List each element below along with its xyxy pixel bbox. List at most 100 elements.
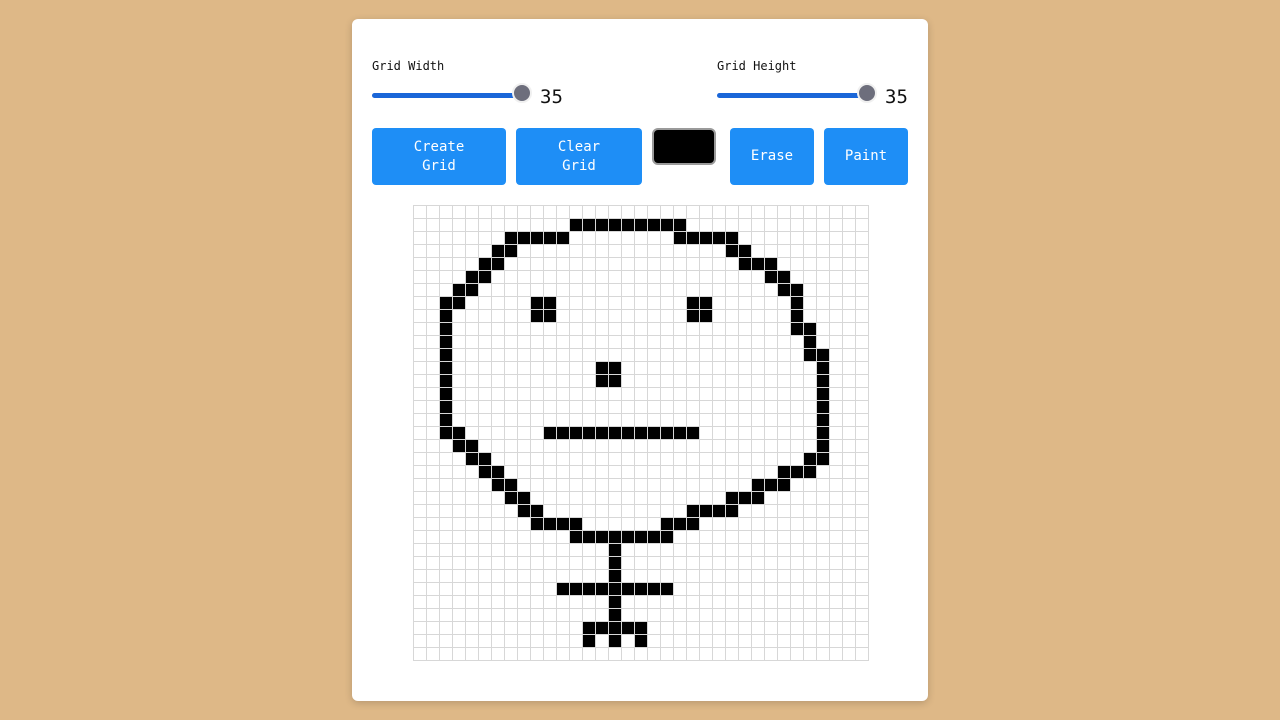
grid-cell[interactable] [453,310,466,323]
grid-cell[interactable] [674,336,687,349]
grid-cell[interactable] [830,648,843,661]
grid-cell[interactable] [570,375,583,388]
grid-cell[interactable] [466,271,479,284]
grid-cell[interactable] [752,596,765,609]
grid-cell[interactable] [648,518,661,531]
grid-cell[interactable] [830,583,843,596]
grid-cell[interactable] [700,570,713,583]
grid-cell[interactable] [687,427,700,440]
grid-cell[interactable] [596,492,609,505]
grid-cell[interactable] [440,297,453,310]
grid-cell[interactable] [544,336,557,349]
grid-cell[interactable] [622,297,635,310]
grid-cell[interactable] [765,206,778,219]
grid-cell[interactable] [492,622,505,635]
grid-cell[interactable] [661,336,674,349]
grid-cell[interactable] [804,297,817,310]
grid-cell[interactable] [739,297,752,310]
grid-cell[interactable] [765,375,778,388]
grid-cell[interactable] [674,401,687,414]
grid-cell[interactable] [713,622,726,635]
grid-cell[interactable] [778,622,791,635]
grid-cell[interactable] [570,206,583,219]
grid-cell[interactable] [570,336,583,349]
grid-cell[interactable] [817,388,830,401]
grid-cell[interactable] [674,362,687,375]
grid-cell[interactable] [453,362,466,375]
grid-cell[interactable] [700,323,713,336]
grid-cell[interactable] [466,570,479,583]
grid-cell[interactable] [648,427,661,440]
grid-cell[interactable] [453,232,466,245]
grid-cell[interactable] [492,583,505,596]
grid-cell[interactable] [687,336,700,349]
grid-cell[interactable] [427,284,440,297]
grid-cell[interactable] [505,323,518,336]
grid-cell[interactable] [531,609,544,622]
grid-cell[interactable] [804,635,817,648]
grid-cell[interactable] [453,336,466,349]
grid-cell[interactable] [570,427,583,440]
grid-cell[interactable] [622,505,635,518]
grid-cell[interactable] [856,362,869,375]
grid-cell[interactable] [505,206,518,219]
grid-cell[interactable] [635,297,648,310]
grid-cell[interactable] [414,336,427,349]
grid-cell[interactable] [440,427,453,440]
grid-cell[interactable] [596,245,609,258]
grid-cell[interactable] [414,479,427,492]
grid-cell[interactable] [752,245,765,258]
grid-cell[interactable] [648,570,661,583]
grid-cell[interactable] [700,544,713,557]
grid-cell[interactable] [479,505,492,518]
grid-cell[interactable] [674,375,687,388]
grid-cell[interactable] [622,232,635,245]
grid-cell[interactable] [752,336,765,349]
grid-cell[interactable] [583,414,596,427]
grid-cell[interactable] [622,245,635,258]
grid-cell[interactable] [765,427,778,440]
grid-cell[interactable] [752,583,765,596]
erase-button[interactable]: Erase [730,128,814,185]
grid-cell[interactable] [414,375,427,388]
grid-cell[interactable] [544,570,557,583]
grid-cell[interactable] [609,544,622,557]
grid-cell[interactable] [661,453,674,466]
grid-cell[interactable] [557,609,570,622]
grid-cell[interactable] [778,518,791,531]
grid-cell[interactable] [518,362,531,375]
grid-cell[interactable] [531,323,544,336]
grid-cell[interactable] [856,310,869,323]
grid-cell[interactable] [466,258,479,271]
grid-cell[interactable] [752,414,765,427]
grid-cell[interactable] [466,544,479,557]
grid-cell[interactable] [830,258,843,271]
grid-cell[interactable] [544,232,557,245]
grid-cell[interactable] [804,570,817,583]
grid-cell[interactable] [622,427,635,440]
grid-cell[interactable] [687,453,700,466]
grid-cell[interactable] [583,375,596,388]
grid-cell[interactable] [492,414,505,427]
grid-cell[interactable] [557,362,570,375]
grid-cell[interactable] [687,219,700,232]
grid-cell[interactable] [466,206,479,219]
grid-cell[interactable] [817,427,830,440]
grid-cell[interactable] [726,414,739,427]
grid-cell[interactable] [635,232,648,245]
grid-cell[interactable] [609,323,622,336]
grid-cell[interactable] [817,531,830,544]
grid-cell[interactable] [414,271,427,284]
grid-cell[interactable] [752,440,765,453]
grid-cell[interactable] [648,388,661,401]
grid-cell[interactable] [765,596,778,609]
grid-cell[interactable] [674,388,687,401]
grid-cell[interactable] [804,258,817,271]
grid-cell[interactable] [648,596,661,609]
grid-cell[interactable] [739,648,752,661]
grid-cell[interactable] [453,466,466,479]
grid-cell[interactable] [492,427,505,440]
grid-cell[interactable] [817,401,830,414]
grid-cell[interactable] [778,310,791,323]
grid-cell[interactable] [635,219,648,232]
